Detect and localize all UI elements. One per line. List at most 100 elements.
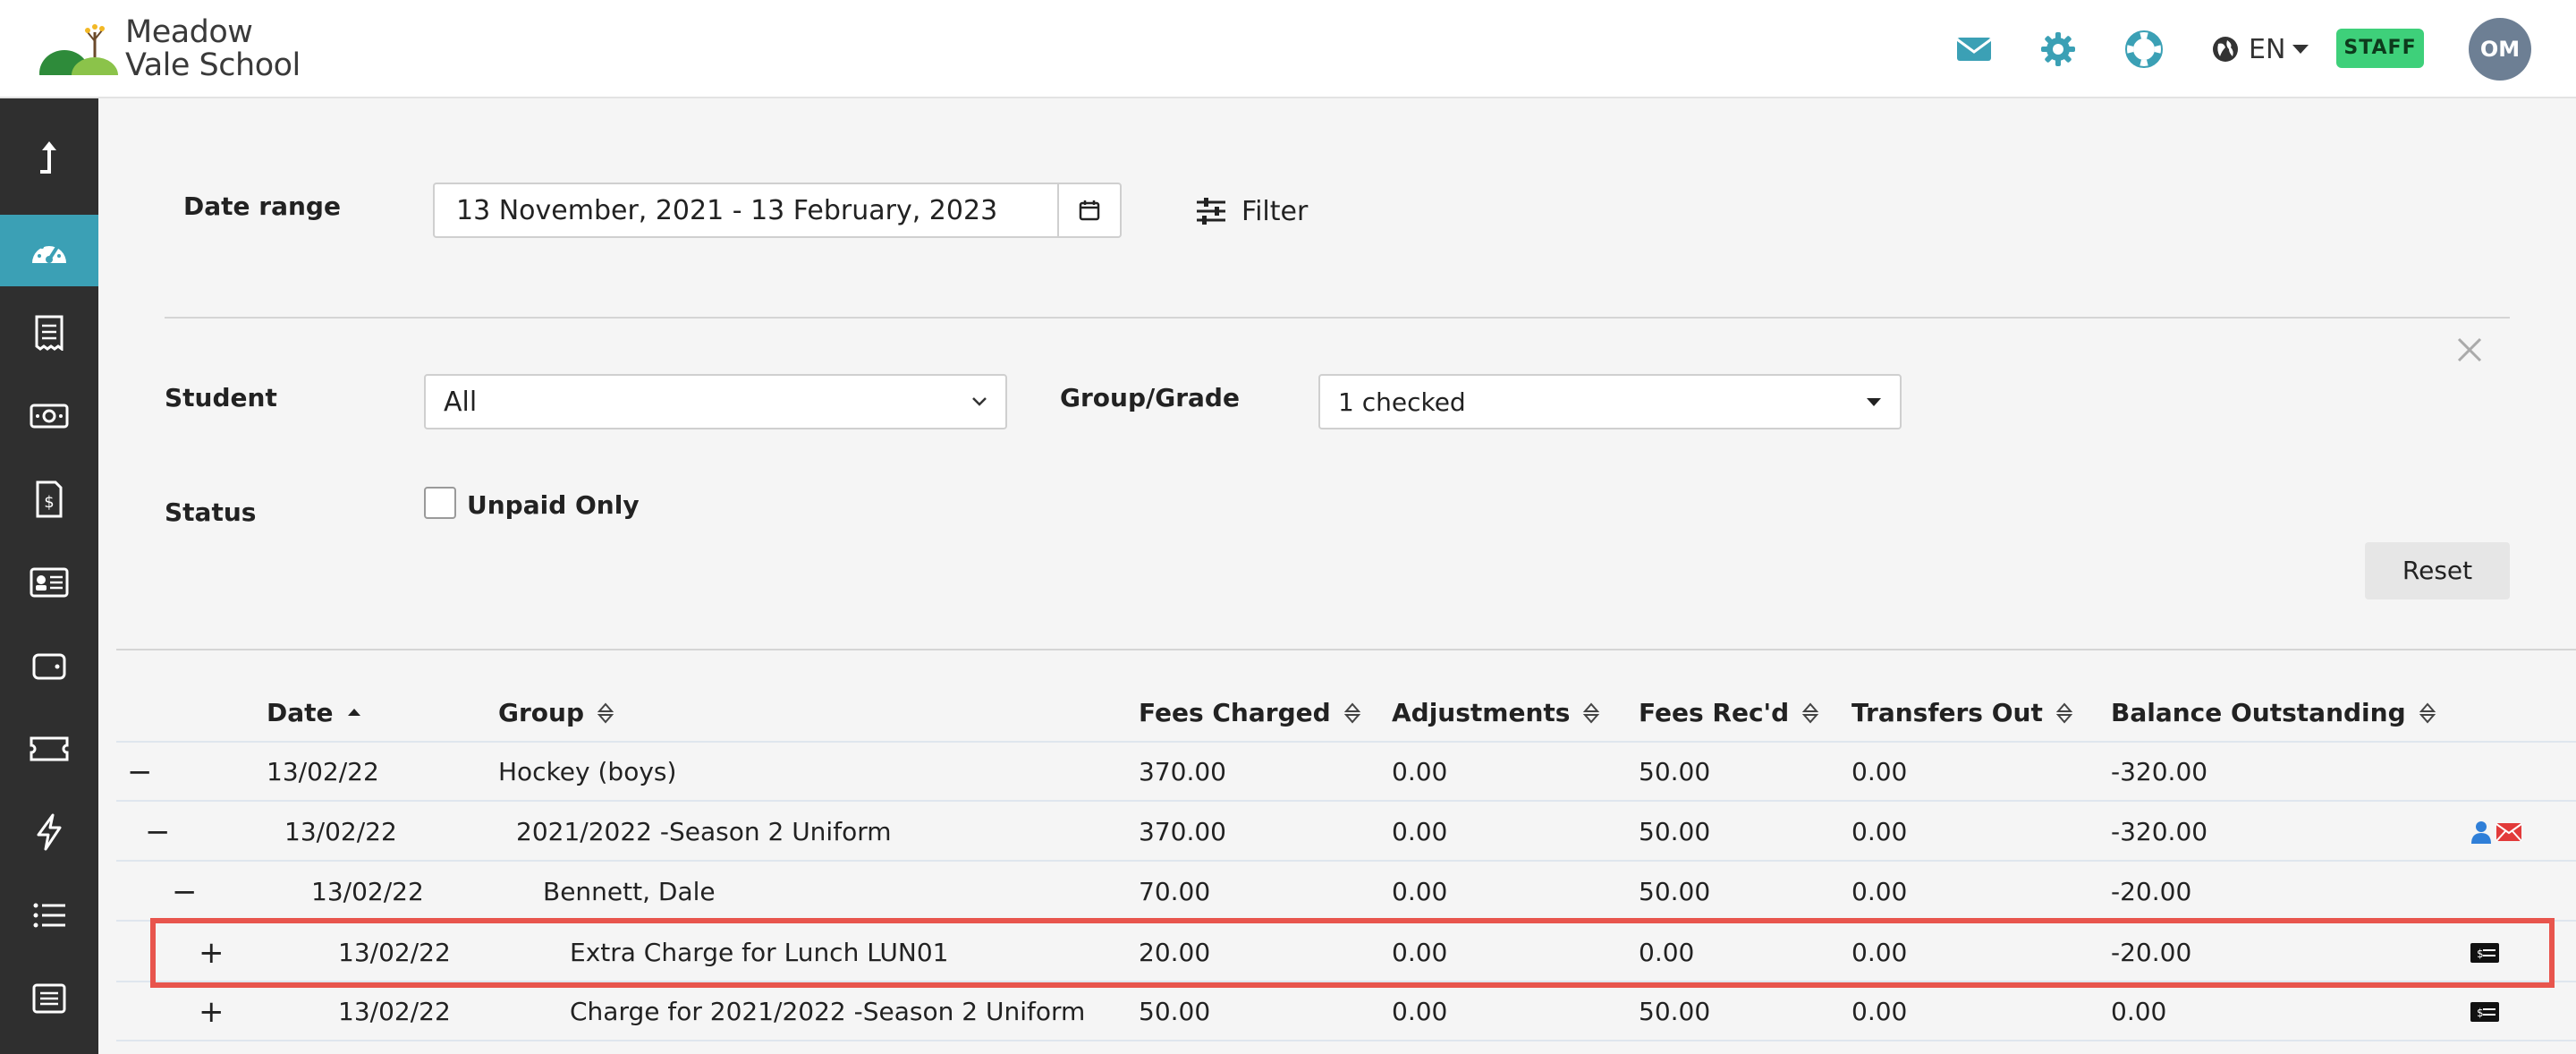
sort-icon <box>2055 701 2073 724</box>
filter-label: Filter <box>1241 195 1309 227</box>
column-header-date[interactable]: Date <box>267 698 362 727</box>
cell-adjustments: 0.00 <box>1392 817 1448 846</box>
cell-date: 13/02/22 <box>284 817 397 846</box>
school-logo[interactable]: Meadow Vale School <box>39 16 308 84</box>
column-header-fees-charged-label: Fees Charged <box>1139 698 1331 727</box>
cell-transfers-out: 0.00 <box>1852 877 1908 906</box>
invoice-card-icon[interactable]: $ <box>2470 943 2499 966</box>
sidebar-item-cash[interactable] <box>0 380 98 452</box>
collapse-toggle[interactable]: − <box>172 863 198 922</box>
status-label: Status <box>165 497 257 527</box>
chevron-down-icon <box>972 397 987 406</box>
cell-transfers-out: 0.00 <box>1852 997 1908 1026</box>
sidebar-item-students[interactable] <box>0 547 98 618</box>
expand-toggle[interactable]: + <box>199 923 225 982</box>
sidebar-item-invoices[interactable]: $ <box>0 463 98 535</box>
cell-group: Extra Charge for Lunch LUN01 <box>570 938 949 967</box>
collapse-toggle[interactable]: − <box>127 743 153 802</box>
cell-group: Hockey (boys) <box>498 757 677 786</box>
cell-fees-recd: 50.00 <box>1639 757 1711 786</box>
column-header-group[interactable]: Group <box>498 698 614 727</box>
table-row: − 13/02/22 2021/2022 -Season 2 Uniform 3… <box>116 803 2576 862</box>
upload-icon <box>40 141 56 174</box>
cash-icon <box>30 404 69 429</box>
cell-balance: -320.00 <box>2111 757 2208 786</box>
sort-icon <box>1801 701 1819 724</box>
person-icon[interactable] <box>2470 820 2492 847</box>
cell-group: Bennett, Dale <box>543 877 716 906</box>
logo-line-1: Meadow <box>125 14 253 50</box>
sidebar-item-lists[interactable] <box>0 880 98 951</box>
sidebar-item-dashboard[interactable] <box>0 215 98 286</box>
date-range-value: 13 November, 2021 - 13 February, 2023 <box>456 194 998 226</box>
mail-icon[interactable] <box>1953 29 1995 70</box>
column-header-group-label: Group <box>498 698 585 727</box>
collapse-toggle[interactable]: − <box>145 803 171 862</box>
language-selector[interactable]: EN <box>2211 29 2309 70</box>
date-range-label: Date range <box>183 191 341 221</box>
column-header-balance-outstanding[interactable]: Balance Outstanding <box>2111 698 2436 727</box>
reset-button[interactable]: Reset <box>2365 542 2510 599</box>
language-label: EN <box>2249 33 2286 65</box>
cell-transfers-out: 0.00 <box>1852 817 1908 846</box>
sidebar-item-reports[interactable] <box>0 963 98 1034</box>
expand-toggle[interactable]: + <box>199 982 225 1041</box>
cell-fees-recd: 50.00 <box>1639 817 1711 846</box>
unpaid-only-checkbox[interactable] <box>424 487 456 519</box>
group-grade-value: 1 checked <box>1338 387 1466 417</box>
column-header-adjustments[interactable]: Adjustments <box>1392 698 1600 727</box>
column-header-fees-recd-label: Fees Rec'd <box>1639 698 1790 727</box>
column-header-date-label: Date <box>267 698 334 727</box>
group-grade-select[interactable]: 1 checked <box>1318 374 1902 429</box>
lightning-icon <box>37 813 62 851</box>
table-divider <box>116 649 2576 650</box>
caret-down-icon <box>1867 398 1881 406</box>
sort-icon <box>1583 701 1600 724</box>
unpaid-only-label[interactable]: Unpaid Only <box>467 490 640 520</box>
student-select[interactable]: All <box>424 374 1007 429</box>
cell-fees-recd: 50.00 <box>1639 997 1711 1026</box>
cell-adjustments: 0.00 <box>1392 757 1448 786</box>
dashboard-icon <box>32 242 66 263</box>
list-icon <box>33 903 65 928</box>
svg-text:$: $ <box>44 493 54 512</box>
cell-date: 13/02/22 <box>311 877 424 906</box>
staff-badge: STAFF <box>2336 29 2424 68</box>
sidebar-item-receipts[interactable] <box>0 297 98 369</box>
column-header-adjustments-label: Adjustments <box>1392 698 1571 727</box>
sidebar-item-tickets[interactable] <box>0 713 98 785</box>
user-avatar[interactable]: OM <box>2469 18 2531 81</box>
cell-adjustments: 0.00 <box>1392 877 1448 906</box>
cell-fees-charged: 50.00 <box>1139 997 1211 1026</box>
filter-divider <box>165 317 2510 319</box>
column-header-fees-recd[interactable]: Fees Rec'd <box>1639 698 1819 727</box>
sidebar-item-wallet[interactable] <box>0 630 98 701</box>
cell-balance: -20.00 <box>2111 877 2192 906</box>
globe-icon <box>2213 37 2238 62</box>
sidebar-item-upload[interactable] <box>0 122 98 193</box>
column-header-transfers-out[interactable]: Transfers Out <box>1852 698 2073 727</box>
student-label: Student <box>165 383 277 412</box>
cell-adjustments: 0.00 <box>1392 938 1448 967</box>
calendar-button[interactable] <box>1057 184 1120 236</box>
logo-text: Meadow Vale School <box>125 16 301 82</box>
gear-icon[interactable] <box>2038 29 2079 70</box>
wallet-icon <box>32 653 66 680</box>
email-icon[interactable] <box>2496 822 2522 846</box>
receipt-icon <box>35 315 64 351</box>
lifebuoy-icon[interactable] <box>2123 29 2165 70</box>
table-row: − 13/02/22 Hockey (boys) 370.00 0.00 50.… <box>116 743 2576 802</box>
date-range-input[interactable]: 13 November, 2021 - 13 February, 2023 <box>433 183 1122 238</box>
sort-icon <box>597 701 614 724</box>
sliders-icon <box>1197 198 1225 225</box>
invoice-card-icon[interactable]: $ <box>2470 1002 2499 1025</box>
cell-date: 13/02/22 <box>338 997 451 1026</box>
svg-text:$: $ <box>2477 1007 2484 1019</box>
filter-button[interactable]: Filter <box>1195 190 1308 233</box>
close-icon[interactable] <box>2456 336 2483 363</box>
sidebar-item-automation[interactable] <box>0 796 98 868</box>
cell-fees-recd: 50.00 <box>1639 877 1711 906</box>
column-header-fees-charged[interactable]: Fees Charged <box>1139 698 1361 727</box>
report-icon <box>32 983 66 1014</box>
cell-fees-charged: 20.00 <box>1139 938 1211 967</box>
